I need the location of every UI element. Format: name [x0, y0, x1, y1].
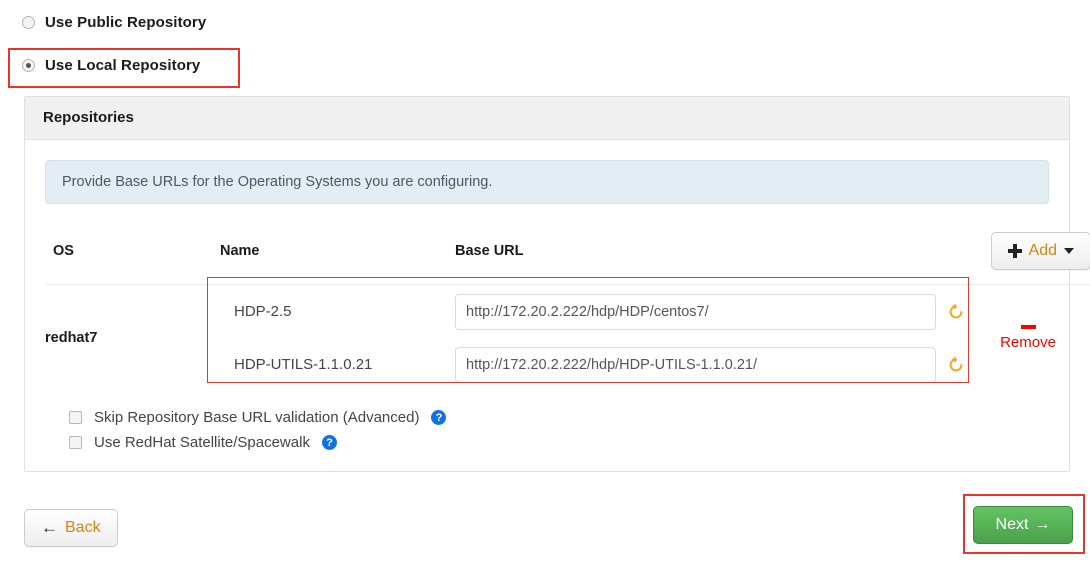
info-alert: Provide Base URLs for the Operating Syst…	[45, 160, 1049, 204]
radio-button-local[interactable]	[22, 59, 35, 72]
add-repository-button[interactable]: Add	[990, 232, 1090, 270]
checkbox-row-skip-validation[interactable]: Skip Repository Base URL validation (Adv…	[45, 405, 1049, 430]
radio-option-local-repository[interactable]: Use Local Repository	[22, 57, 200, 74]
repo-name-label: HDP-UTILS-1.1.0.21	[234, 356, 373, 373]
base-url-item	[455, 285, 965, 338]
remove-repository-button[interactable]: Remove	[965, 325, 1090, 351]
repo-name-item: HDP-2.5	[220, 285, 455, 338]
add-button-label: Add	[1028, 242, 1057, 259]
column-header-actions: Add	[965, 220, 1090, 285]
arrow-right-icon: →	[1034, 516, 1051, 533]
table-header-row: OS Name Base URL Add	[45, 220, 1090, 285]
column-header-base-url: Base URL	[455, 243, 524, 259]
repo-name-label: HDP-2.5	[234, 303, 292, 320]
base-url-item	[455, 338, 965, 391]
checkbox-label-skip-validation: Skip Repository Base URL validation (Adv…	[94, 409, 420, 426]
help-icon[interactable]: ?	[321, 435, 337, 450]
undo-icon[interactable]	[947, 303, 965, 321]
next-button[interactable]: Next →	[973, 506, 1073, 544]
arrow-left-icon: ←	[41, 518, 58, 537]
plus-icon	[1007, 244, 1022, 258]
panel-header: Repositories	[25, 97, 1069, 140]
repositories-table: OS Name Base URL Add redhat7 HDP-2.5 HDP…	[45, 220, 1090, 391]
back-button-label: Back	[65, 519, 101, 536]
back-button[interactable]: ← Back	[24, 509, 118, 547]
undo-icon[interactable]	[947, 356, 965, 374]
cell-os-name: redhat7	[45, 284, 220, 391]
base-url-input-hdp[interactable]	[455, 293, 936, 330]
chevron-down-icon	[1064, 248, 1074, 254]
panel-title: Repositories	[43, 109, 134, 126]
cell-remove-action: Remove	[965, 284, 1090, 391]
minus-icon	[1020, 325, 1036, 329]
radio-button-public[interactable]	[22, 16, 35, 29]
advanced-options: Skip Repository Base URL validation (Adv…	[45, 391, 1049, 471]
remove-button-label: Remove	[1000, 334, 1056, 351]
help-icon[interactable]: ?	[431, 410, 447, 425]
cell-base-urls	[455, 284, 965, 391]
radio-label-public: Use Public Repository	[45, 14, 207, 31]
checkbox-label-redhat-satellite: Use RedHat Satellite/Spacewalk	[94, 434, 310, 451]
column-header-os: OS	[53, 243, 74, 259]
checkbox-skip-validation[interactable]	[69, 411, 82, 424]
radio-label-local: Use Local Repository	[45, 57, 201, 74]
repo-name-item: HDP-UTILS-1.1.0.21	[220, 338, 455, 391]
next-button-label: Next	[995, 516, 1029, 533]
radio-option-public-repository[interactable]: Use Public Repository	[22, 14, 206, 31]
repositories-panel: Repositories Provide Base URLs for the O…	[24, 96, 1090, 472]
base-url-input-hdp-utils[interactable]	[455, 346, 936, 383]
panel-body: Provide Base URLs for the Operating Syst…	[25, 140, 1090, 471]
checkbox-row-redhat-satellite[interactable]: Use RedHat Satellite/Spacewalk ?	[45, 430, 1049, 455]
cell-repo-names: HDP-2.5 HDP-UTILS-1.1.0.21	[220, 284, 455, 391]
column-header-name: Name	[220, 243, 260, 259]
table-row: redhat7 HDP-2.5 HDP-UTILS-1.1.0.21 http:…	[45, 284, 1090, 391]
checkbox-redhat-satellite[interactable]	[69, 436, 82, 449]
